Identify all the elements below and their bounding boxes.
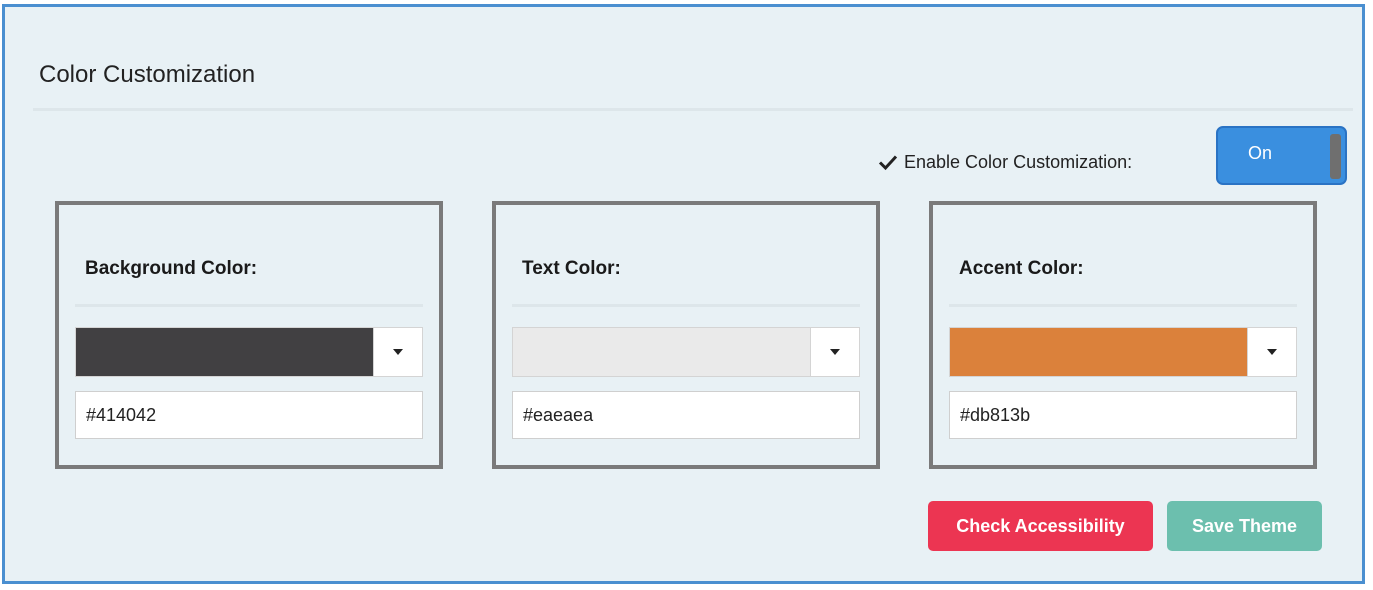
accent-color-picker[interactable] [949, 327, 1297, 377]
accent-color-card: Accent Color: [929, 201, 1317, 469]
accent-color-dropdown-button[interactable] [1247, 328, 1296, 376]
text-color-swatch[interactable] [513, 328, 810, 376]
color-customization-panel: Color Customization Enable Color Customi… [2, 4, 1365, 584]
check-icon [878, 155, 898, 171]
background-color-picker[interactable] [75, 327, 423, 377]
toggle-label: On [1248, 143, 1273, 163]
enable-customization-toggle[interactable]: On [1216, 126, 1347, 185]
title-divider [33, 108, 1353, 111]
panel-title: Color Customization [39, 61, 256, 88]
background-color-hex-input[interactable] [75, 391, 423, 439]
text-color-picker[interactable] [512, 327, 860, 377]
background-color-swatch[interactable] [76, 328, 373, 376]
save-theme-button[interactable]: Save Theme [1167, 501, 1322, 551]
accent-color-title: Accent Color: [959, 258, 1084, 279]
caret-down-icon [1267, 349, 1277, 355]
check-accessibility-button[interactable]: Check Accessibility [928, 501, 1153, 551]
text-color-dropdown-button[interactable] [810, 328, 859, 376]
background-color-title: Background Color: [85, 258, 258, 279]
enable-customization-row: Enable Color Customization: [878, 147, 1132, 177]
card-divider [75, 304, 423, 307]
text-color-title: Text Color: [522, 258, 621, 279]
background-color-dropdown-button[interactable] [373, 328, 422, 376]
text-color-hex-input[interactable] [512, 391, 860, 439]
toggle-handle[interactable] [1330, 134, 1341, 179]
caret-down-icon [393, 349, 403, 355]
accent-color-swatch[interactable] [950, 328, 1247, 376]
card-divider [949, 304, 1297, 307]
accent-color-hex-input[interactable] [949, 391, 1297, 439]
card-divider [512, 304, 860, 307]
text-color-card: Text Color: [492, 201, 880, 469]
enable-customization-label: Enable Color Customization: [904, 151, 1133, 172]
background-color-card: Background Color: [55, 201, 443, 469]
caret-down-icon [830, 349, 840, 355]
